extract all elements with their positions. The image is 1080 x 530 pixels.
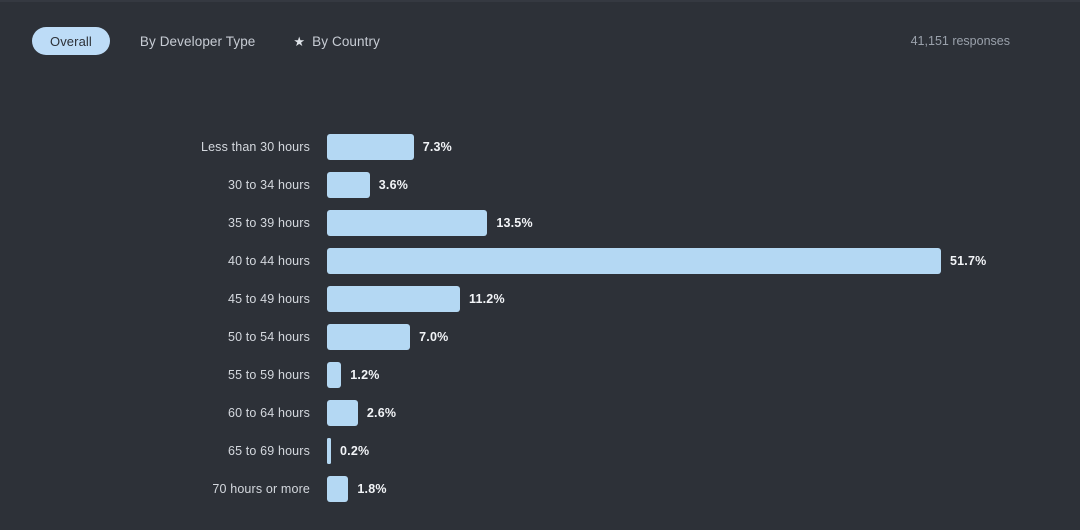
bar-zone: 11.2% — [327, 286, 1080, 312]
star-icon: ★ — [293, 35, 305, 48]
bar-value-label: 13.5% — [496, 216, 532, 230]
category-label: 40 to 44 hours — [0, 254, 327, 268]
bar-zone: 13.5% — [327, 210, 1080, 236]
bar-zone: 1.8% — [327, 476, 1080, 502]
hours-worked-bar-chart: Less than 30 hours 7.3% 30 to 34 hours 3.6%… — [0, 128, 1080, 508]
chart-row: 55 to 59 hours 1.2% — [0, 356, 1080, 394]
bar[interactable] — [327, 210, 487, 236]
chart-row: 30 to 34 hours 3.6% — [0, 166, 1080, 204]
chart-row: 70 hours or more 1.8% — [0, 470, 1080, 508]
bar-value-label: 1.8% — [357, 482, 386, 496]
tab-by-developer-type[interactable]: By Developer Type — [140, 27, 256, 55]
bar[interactable] — [327, 362, 341, 388]
bar-zone: 7.0% — [327, 324, 1080, 350]
bar-value-label: 51.7% — [950, 254, 986, 268]
tab-overall-label: Overall — [50, 34, 92, 49]
bar[interactable] — [327, 400, 358, 426]
category-label: 55 to 59 hours — [0, 368, 327, 382]
bar[interactable] — [327, 248, 941, 274]
tab-by-developer-type-label: By Developer Type — [140, 34, 256, 49]
tab-overall[interactable]: Overall — [32, 27, 110, 55]
bar[interactable] — [327, 324, 410, 350]
bar[interactable] — [327, 476, 348, 502]
tab-by-country-label: By Country — [312, 34, 380, 49]
bar-value-label: 1.2% — [350, 368, 379, 382]
chart-row: Less than 30 hours 7.3% — [0, 128, 1080, 166]
bar-zone: 7.3% — [327, 134, 1080, 160]
tab-by-country[interactable]: ★ By Country — [293, 27, 380, 55]
bar-value-label: 7.0% — [419, 330, 448, 344]
bar[interactable] — [327, 438, 331, 464]
bar-value-label: 0.2% — [340, 444, 369, 458]
category-label: 35 to 39 hours — [0, 216, 327, 230]
category-label: 30 to 34 hours — [0, 178, 327, 192]
chart-row: 45 to 49 hours 11.2% — [0, 280, 1080, 318]
category-label: Less than 30 hours — [0, 140, 327, 154]
bar-zone: 51.7% — [327, 248, 1080, 274]
bar-value-label: 7.3% — [423, 140, 452, 154]
bar-value-label: 11.2% — [469, 292, 505, 306]
response-count: 41,151 responses — [911, 34, 1010, 48]
chart-row: 40 to 44 hours 51.7% — [0, 242, 1080, 280]
category-label: 65 to 69 hours — [0, 444, 327, 458]
bar-zone: 2.6% — [327, 400, 1080, 426]
chart-row: 65 to 69 hours 0.2% — [0, 432, 1080, 470]
category-label: 45 to 49 hours — [0, 292, 327, 306]
bar-value-label: 2.6% — [367, 406, 396, 420]
bar-value-label: 3.6% — [379, 178, 408, 192]
bar-zone: 1.2% — [327, 362, 1080, 388]
top-divider — [0, 0, 1080, 2]
category-label: 60 to 64 hours — [0, 406, 327, 420]
bar-zone: 0.2% — [327, 438, 1080, 464]
chart-row: 35 to 39 hours 13.5% — [0, 204, 1080, 242]
bar-zone: 3.6% — [327, 172, 1080, 198]
bar[interactable] — [327, 134, 414, 160]
bar[interactable] — [327, 286, 460, 312]
bar[interactable] — [327, 172, 370, 198]
chart-row: 60 to 64 hours 2.6% — [0, 394, 1080, 432]
category-label: 50 to 54 hours — [0, 330, 327, 344]
chart-row: 50 to 54 hours 7.0% — [0, 318, 1080, 356]
tab-bar: Overall By Developer Type ★ By Country 4… — [0, 24, 1080, 58]
category-label: 70 hours or more — [0, 482, 327, 496]
